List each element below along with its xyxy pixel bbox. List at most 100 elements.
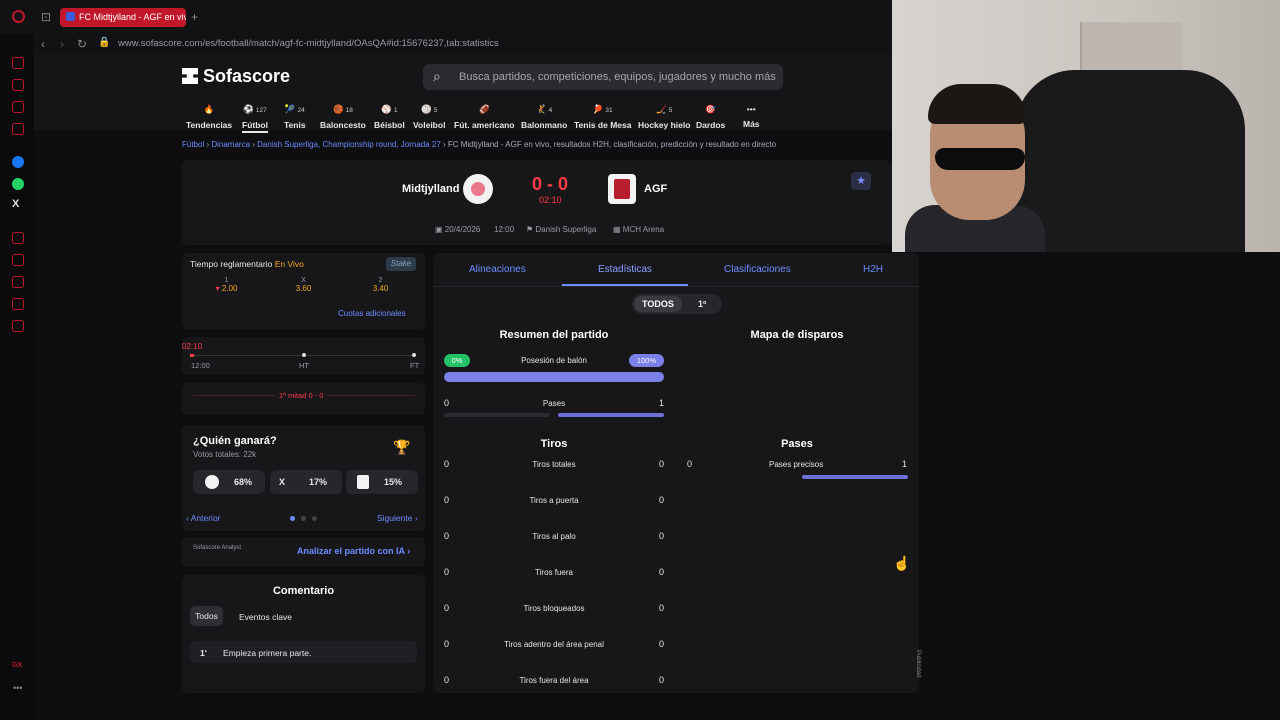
extensions-icon[interactable] — [12, 298, 24, 310]
ft-marker — [412, 353, 416, 357]
browser-tab-active[interactable]: FC Midtjylland - AGF en vivo — [60, 8, 186, 27]
url-field[interactable]: www.sofascore.com/es/football/match/agf-… — [118, 38, 499, 49]
vote-home-button[interactable]: 68% — [193, 470, 265, 494]
breadcrumb-competition[interactable]: Danish Superliga, Championship round, Jo… — [257, 140, 441, 149]
chevron-right-icon: › — [404, 546, 411, 556]
messenger-icon[interactable] — [12, 156, 24, 168]
carousel-dot[interactable] — [301, 516, 306, 521]
trophy-icon[interactable]: 🏆 — [393, 439, 410, 456]
shot-stat-away: 0 — [659, 675, 665, 685]
nav-futbol[interactable]: ⚽ 127 Fútbol — [242, 104, 268, 133]
period-toggle-first[interactable]: 1º — [698, 299, 706, 309]
tab-estadisticas[interactable]: Estadísticas — [598, 264, 652, 275]
possession-bar-away — [444, 372, 664, 382]
more-odds-link[interactable]: Cuotas adicionales — [338, 309, 406, 318]
odds-draw[interactable]: X 3.60 — [267, 277, 340, 293]
handball-icon: 🤾 — [536, 104, 547, 114]
home-team-name[interactable]: Midtjylland — [402, 183, 459, 195]
away-team-crest[interactable] — [608, 174, 636, 204]
wallet-icon[interactable] — [12, 254, 24, 266]
commentary-tab-all[interactable]: Todos — [190, 606, 223, 626]
back-icon[interactable]: ‹ — [41, 37, 45, 51]
sofascore-analyst-logo: Sofascore Analyst — [193, 545, 242, 551]
lock-icon: 🔒 — [98, 37, 111, 48]
home-team-crest[interactable] — [463, 174, 493, 204]
accurate-passes-home: 0 — [687, 459, 693, 469]
odds-home[interactable]: 1 ▾ 2.00 — [190, 277, 263, 293]
sofascore-logo-icon — [182, 68, 198, 84]
settings-icon[interactable] — [12, 320, 24, 332]
baseball-icon: ⚾ — [381, 104, 392, 114]
shot-stat-away: 0 — [659, 531, 665, 541]
nav-balonmano[interactable]: 🤾 4 Balonmano — [521, 104, 567, 130]
tab-clasificaciones[interactable]: Clasificaciones — [724, 264, 791, 275]
nav-tenis[interactable]: 🎾 24 Tenis — [284, 104, 306, 130]
nav-voleibol[interactable]: 🏐 5 Voleibol — [413, 104, 445, 130]
tab-h2h[interactable]: H2H — [863, 264, 883, 275]
chevron-right-icon: › — [412, 513, 418, 523]
nav-tenis-de-mesa[interactable]: 🏓 31 Tenis de Mesa — [574, 104, 631, 130]
commentary-tab-key-events[interactable]: Eventos clave — [239, 612, 292, 622]
odds-away[interactable]: 2 3.40 — [344, 277, 417, 293]
timeline-minute: 02:10 — [182, 342, 203, 351]
whatsapp-icon[interactable] — [12, 178, 24, 190]
carousel-dot-active[interactable] — [290, 516, 295, 521]
commentary-minute: 1' — [200, 648, 207, 658]
shot-stat-away: 0 — [659, 567, 665, 577]
commentary-title: Comentario — [272, 585, 335, 597]
shot-stat-away: 0 — [659, 603, 665, 613]
match-time: 12:00 — [494, 225, 515, 234]
favorite-star-button[interactable]: ★ — [851, 172, 871, 190]
player-icon[interactable] — [12, 79, 24, 91]
possession-bar — [444, 372, 664, 382]
nav-hockey-hielo[interactable]: 🏒 5 Hockey hielo — [638, 104, 690, 130]
calendar-icon: ▣ — [435, 225, 445, 234]
nav-baloncesto[interactable]: 🏀 18 Baloncesto — [320, 104, 366, 130]
webcam-chair — [1015, 70, 1245, 252]
gx-icon[interactable]: GX — [12, 662, 22, 669]
timeline-ht: HT — [299, 361, 309, 370]
vpn-icon[interactable] — [12, 232, 24, 244]
period-toggle-all[interactable]: TODOS — [634, 296, 682, 312]
shot-map-title: Mapa de disparos — [750, 329, 844, 341]
x-twitter-icon[interactable]: X — [12, 198, 24, 210]
search-icon: ⌕ — [433, 68, 441, 84]
nav-tendencias[interactable]: 🔥 Tendencias — [186, 104, 232, 130]
bookmaker-logo[interactable]: Stake — [386, 257, 416, 271]
shot-stat-label: Tiros al palo — [532, 532, 576, 541]
breadcrumb-dinamarca[interactable]: Dinamarca — [211, 140, 250, 149]
carousel-dot[interactable] — [312, 516, 317, 521]
new-tab-button[interactable]: + — [191, 10, 198, 24]
vote-draw-button[interactable]: X 17% — [270, 470, 342, 494]
tab-overview-icon[interactable]: ⊡ — [41, 10, 51, 24]
reload-icon[interactable]: ↻ — [77, 37, 87, 51]
nav-beisbol[interactable]: ⚾ 1 Béisbol — [374, 104, 405, 130]
opera-logo-icon[interactable] — [12, 10, 25, 23]
tab-alineaciones[interactable]: Alineaciones — [469, 264, 526, 275]
prev-button[interactable]: ‹ Anterior — [186, 513, 221, 523]
away-crest-small-icon — [357, 475, 369, 489]
video-icon[interactable] — [12, 123, 24, 135]
shots-title: Tiros — [540, 438, 568, 450]
nav-dardos[interactable]: 🎯 Dardos — [696, 104, 725, 130]
aria-icon[interactable] — [12, 57, 24, 69]
period-label: 1ª mitad 0 - 0 — [275, 391, 328, 400]
agf-shield-icon — [614, 179, 630, 199]
match-competition[interactable]: ⚑ Danish Superliga — [526, 225, 596, 234]
tabs-divider — [433, 286, 919, 287]
site-logo[interactable]: Sofascore — [182, 66, 290, 87]
vote-away-button[interactable]: 15% — [346, 470, 418, 494]
odds-header: Tiempo reglamentario En Vivo — [190, 259, 304, 269]
ai-analyze-button[interactable]: Analizar el partido con IA › — [297, 546, 410, 556]
nav-mas[interactable]: ••• Más — [743, 104, 760, 129]
breadcrumb-futbol[interactable]: Fútbol — [182, 140, 204, 149]
next-button[interactable]: Siguiente › — [377, 513, 418, 523]
more-icon[interactable]: ••• — [13, 683, 22, 693]
nav-futbol-americano[interactable]: 🏈 Fút. americano — [454, 104, 514, 130]
news-icon[interactable] — [12, 101, 24, 113]
history-icon[interactable] — [12, 276, 24, 288]
shot-stat-label: Tiros totales — [532, 460, 576, 469]
forward-icon[interactable]: › — [60, 37, 64, 51]
away-team-name[interactable]: AGF — [644, 183, 667, 195]
sofascore-favicon-icon — [66, 12, 75, 21]
